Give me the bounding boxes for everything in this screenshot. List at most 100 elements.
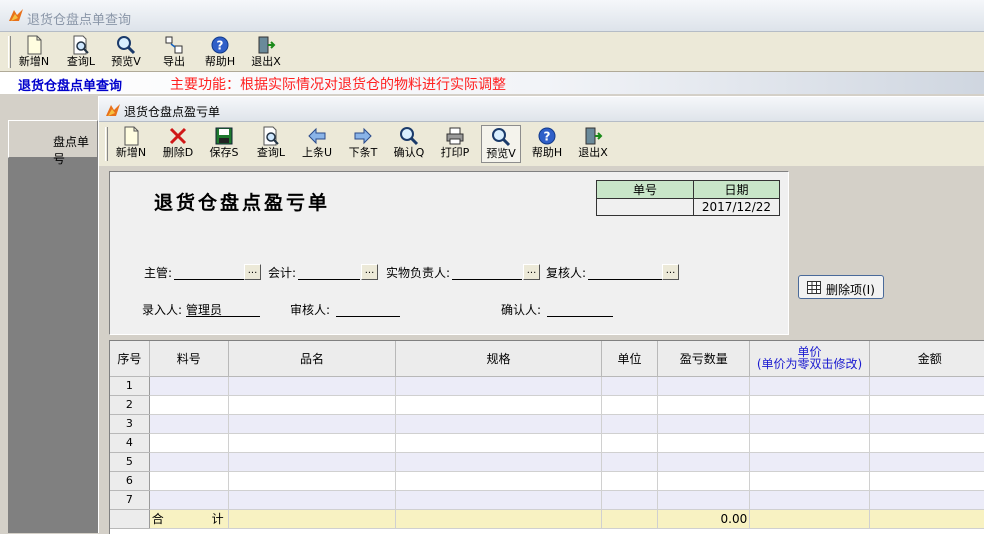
- table-cell[interactable]: [749, 376, 870, 396]
- table-cell[interactable]: [228, 452, 397, 472]
- table-cell[interactable]: [657, 376, 751, 396]
- outer-export-button[interactable]: 导出: [157, 35, 191, 68]
- table-cell[interactable]: [149, 471, 229, 491]
- table-cell[interactable]: [601, 395, 659, 415]
- column-header-quantity[interactable]: 盈亏数量: [657, 341, 751, 377]
- accountant-lookup-button[interactable]: ...: [361, 264, 378, 280]
- auditor-field[interactable]: [336, 301, 400, 317]
- table-cell[interactable]: [601, 376, 659, 396]
- table-row[interactable]: 2: [110, 395, 984, 415]
- table-row[interactable]: 3: [110, 414, 984, 434]
- table-cell[interactable]: [601, 433, 659, 453]
- table-row[interactable]: 6: [110, 471, 984, 491]
- supervisor-lookup-button[interactable]: ...: [244, 264, 261, 280]
- new-button[interactable]: 新增N: [113, 126, 149, 159]
- table-cell[interactable]: [869, 395, 984, 415]
- column-header-spec[interactable]: 规格: [395, 341, 602, 377]
- preview-button[interactable]: 预览V: [481, 125, 521, 163]
- table-cell[interactable]: [601, 490, 659, 510]
- table-cell[interactable]: [395, 471, 602, 491]
- custodian-field[interactable]: [452, 264, 522, 280]
- table-cell[interactable]: [395, 414, 602, 434]
- table-cell[interactable]: [395, 452, 602, 472]
- table-cell[interactable]: [149, 452, 229, 472]
- table-cell[interactable]: [149, 376, 229, 396]
- reviewer-lookup-button[interactable]: ...: [662, 264, 679, 280]
- table-cell[interactable]: [149, 395, 229, 415]
- column-header-amount[interactable]: 金额: [869, 341, 984, 377]
- table-row[interactable]: 7: [110, 490, 984, 510]
- table-cell[interactable]: [869, 376, 984, 396]
- row-number[interactable]: 2: [110, 395, 150, 415]
- row-number[interactable]: 6: [110, 471, 150, 491]
- table-cell[interactable]: [749, 433, 870, 453]
- table-cell[interactable]: [395, 395, 602, 415]
- delete-item-button[interactable]: 删除项(I): [798, 275, 884, 299]
- table-cell[interactable]: [749, 414, 870, 434]
- row-number[interactable]: 5: [110, 452, 150, 472]
- query-button[interactable]: 查询L: [252, 126, 290, 159]
- previous-record-button[interactable]: 上条U: [299, 126, 335, 159]
- table-cell[interactable]: [869, 452, 984, 472]
- save-button[interactable]: 保存S: [206, 126, 242, 159]
- table-cell[interactable]: [749, 395, 870, 415]
- reviewer-field[interactable]: [588, 264, 662, 280]
- column-header-unit-price[interactable]: 单价 (单价为零双击修改): [749, 341, 870, 377]
- accountant-field[interactable]: [298, 264, 360, 280]
- table-cell[interactable]: [657, 433, 751, 453]
- table-cell[interactable]: [149, 490, 229, 510]
- table-cell[interactable]: [657, 490, 751, 510]
- custodian-lookup-button[interactable]: ...: [523, 264, 540, 280]
- outer-help-button[interactable]: ? 帮助H: [201, 35, 239, 68]
- confirm-button[interactable]: 确认Q: [391, 126, 427, 159]
- help-button[interactable]: ? 帮助H: [529, 126, 565, 159]
- column-header-seq[interactable]: 序号: [110, 341, 150, 377]
- table-row[interactable]: 4: [110, 433, 984, 453]
- table-cell[interactable]: [228, 395, 397, 415]
- table-cell[interactable]: [601, 414, 659, 434]
- table-cell[interactable]: [749, 471, 870, 491]
- exit-button[interactable]: 退出X: [575, 126, 611, 159]
- table-cell[interactable]: [228, 414, 397, 434]
- delete-button[interactable]: 删除D: [159, 126, 197, 159]
- table-cell[interactable]: [395, 376, 602, 396]
- table-cell[interactable]: [149, 414, 229, 434]
- table-cell[interactable]: [601, 452, 659, 472]
- table-cell[interactable]: [869, 414, 984, 434]
- print-button[interactable]: 打印P: [437, 126, 473, 159]
- column-header-unit[interactable]: 单位: [601, 341, 659, 377]
- confirmer-field[interactable]: [547, 301, 613, 317]
- supervisor-field[interactable]: [174, 264, 244, 280]
- row-number[interactable]: 4: [110, 433, 150, 453]
- table-cell[interactable]: [657, 452, 751, 472]
- row-number[interactable]: 1: [110, 376, 150, 396]
- table-cell[interactable]: [228, 471, 397, 491]
- outer-exit-button[interactable]: 退出X: [248, 35, 284, 68]
- column-header-product-name[interactable]: 品名: [228, 341, 397, 377]
- background-column-header[interactable]: 盘点单号: [8, 120, 98, 166]
- table-cell[interactable]: [228, 433, 397, 453]
- table-cell[interactable]: [395, 433, 602, 453]
- number-value[interactable]: [596, 198, 694, 216]
- table-cell[interactable]: [395, 490, 602, 510]
- table-cell[interactable]: [749, 452, 870, 472]
- table-cell[interactable]: [657, 471, 751, 491]
- entered-by-field[interactable]: 管理员: [186, 301, 260, 317]
- table-cell[interactable]: [657, 395, 751, 415]
- table-cell[interactable]: [749, 490, 870, 510]
- table-row[interactable]: 1: [110, 376, 984, 396]
- outer-preview-button[interactable]: 预览V: [109, 35, 143, 68]
- table-cell[interactable]: [228, 490, 397, 510]
- table-cell[interactable]: [601, 471, 659, 491]
- column-header-item-no[interactable]: 料号: [149, 341, 229, 377]
- outer-query-button[interactable]: 查询L: [62, 35, 100, 68]
- table-cell[interactable]: [869, 433, 984, 453]
- row-number[interactable]: 3: [110, 414, 150, 434]
- table-row[interactable]: 5: [110, 452, 984, 472]
- date-value[interactable]: 2017/12/22: [693, 198, 780, 216]
- outer-new-button[interactable]: 新增N: [17, 35, 51, 68]
- table-cell[interactable]: [149, 433, 229, 453]
- table-cell[interactable]: [869, 471, 984, 491]
- table-cell[interactable]: [228, 376, 397, 396]
- row-number[interactable]: 7: [110, 490, 150, 510]
